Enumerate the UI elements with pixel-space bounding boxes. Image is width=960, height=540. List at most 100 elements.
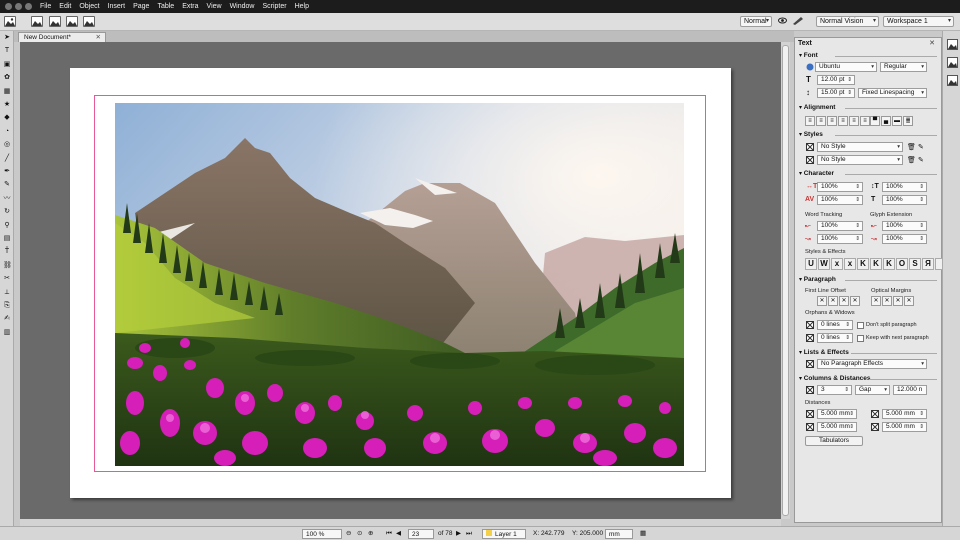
zoom-out-icon[interactable]: ⊖ xyxy=(346,529,351,539)
align-text-2-icon[interactable]: ≡ xyxy=(816,116,826,126)
mode-select[interactable]: Normal ▾ xyxy=(740,16,772,27)
unit-select[interactable]: mm xyxy=(605,529,633,539)
image-frame-icon[interactable]: ▣ xyxy=(3,61,11,69)
baseline-offset-input[interactable]: 100% ⇕ xyxy=(882,195,927,205)
display-options-icon[interactable]: ▦ xyxy=(640,529,646,539)
text-effect-5-icon[interactable]: K xyxy=(857,258,869,270)
menu-item-scripter[interactable]: Scripter xyxy=(262,3,286,10)
font-style-select[interactable]: Regular ▾ xyxy=(880,62,927,72)
next-page-icon[interactable]: ▶ xyxy=(456,529,461,539)
image-frame[interactable] xyxy=(115,103,684,466)
align-text-6-icon[interactable]: ≡ xyxy=(860,116,870,126)
optical-margin-3-icon[interactable]: ✕ xyxy=(893,296,903,306)
word-tracking-norm-input[interactable]: 100% ⇕ xyxy=(817,234,863,244)
menu-item-edit[interactable]: Edit xyxy=(59,3,71,10)
last-page-icon[interactable]: ⏭ xyxy=(466,529,472,539)
menu-item-page[interactable]: Page xyxy=(133,3,149,10)
image-properties-tab-icon[interactable] xyxy=(947,57,958,68)
text-frame-icon[interactable]: T xyxy=(3,47,11,55)
freehand-icon[interactable]: ✎ xyxy=(3,181,11,189)
scale-horizontal-input[interactable]: 100% ⇕ xyxy=(817,182,863,192)
dont-split-checkbox[interactable] xyxy=(857,322,864,329)
distance-top-input[interactable]: 5.000 mm ⇕ xyxy=(817,409,857,419)
pdf-field-icon[interactable]: ▥ xyxy=(3,329,11,337)
select-icon[interactable]: ➤ xyxy=(3,34,11,42)
edit-style-icon[interactable]: ✎ xyxy=(918,156,927,165)
image-icon-4[interactable] xyxy=(83,16,95,27)
text-effect-1-icon[interactable]: U xyxy=(805,258,817,270)
image-icon-2[interactable] xyxy=(49,16,61,27)
first-line-offset-3-icon[interactable]: ✕ xyxy=(839,296,849,306)
distance-right-input[interactable]: 5.000 mm ⇕ xyxy=(882,422,927,432)
word-tracking-min-input[interactable]: 100% ⇕ xyxy=(817,221,863,231)
layers-tab-icon[interactable] xyxy=(947,75,958,86)
tab-document[interactable]: New Document* ✕ xyxy=(18,32,106,42)
zoom-input[interactable]: 100 % xyxy=(302,529,342,539)
close-icon[interactable]: ✕ xyxy=(96,33,101,42)
text-effect-3-icon[interactable]: x xyxy=(831,258,843,270)
columns-count-input[interactable]: 3 ⇕ xyxy=(817,385,852,395)
first-line-offset-1-icon[interactable]: ✕ xyxy=(817,296,827,306)
image-icon[interactable] xyxy=(31,16,43,27)
previous-page-icon[interactable]: ◀ xyxy=(396,529,401,539)
text-effect-7-icon[interactable]: K xyxy=(883,258,895,270)
menu-item-table[interactable]: Table xyxy=(157,3,174,10)
arc-icon[interactable]: ◔ xyxy=(3,128,11,136)
character-style-select[interactable]: No Style ▾ xyxy=(817,155,903,165)
menu-item-extra[interactable]: Extra xyxy=(182,3,198,10)
text-properties-tab-icon[interactable] xyxy=(947,39,958,50)
image-icon-3[interactable] xyxy=(66,16,78,27)
distance-left-input[interactable]: 5.000 mm ⇕ xyxy=(817,422,857,432)
unlink-frames-icon[interactable]: ✂ xyxy=(3,275,11,283)
minimize-window-button[interactable] xyxy=(15,3,22,10)
text-effect-2-icon[interactable]: W xyxy=(818,258,830,270)
menu-item-file[interactable]: File xyxy=(40,3,51,10)
maximize-window-button[interactable] xyxy=(25,3,32,10)
page-number-input[interactable]: 23 xyxy=(408,529,434,539)
optical-margin-4-icon[interactable]: ✕ xyxy=(904,296,914,306)
section-columns-heading[interactable]: Columns & Distances xyxy=(799,375,871,382)
tabulators-button[interactable]: Tabulators xyxy=(805,436,863,446)
line-spacing-input[interactable]: 15.00 pt ⇕ xyxy=(817,88,855,98)
close-window-button[interactable] xyxy=(5,3,12,10)
widows-input[interactable]: 0 lines ⇕ xyxy=(817,333,853,343)
layer-select[interactable]: Layer 1 xyxy=(482,529,526,539)
zoom-icon[interactable]: ⚲ xyxy=(3,222,11,230)
scale-vertical-input[interactable]: 100% ⇕ xyxy=(882,182,927,192)
line-icon[interactable]: ╱ xyxy=(3,155,11,163)
scrollbar-thumb[interactable] xyxy=(782,45,789,516)
first-line-offset-2-icon[interactable]: ✕ xyxy=(828,296,838,306)
distance-bottom-input[interactable]: 5.000 mm ⇕ xyxy=(882,409,927,419)
align-text-1-icon[interactable]: ≡ xyxy=(805,116,815,126)
glyph-extension-max-input[interactable]: 100% ⇕ xyxy=(882,234,927,244)
render-frame-icon[interactable]: ✿ xyxy=(3,74,11,82)
menu-item-help[interactable]: Help xyxy=(295,3,309,10)
eyedropper-icon[interactable]: ✍ xyxy=(3,315,11,323)
menu-item-view[interactable]: View xyxy=(207,3,222,10)
paragraph-style-select[interactable]: No Style ▾ xyxy=(817,142,903,152)
table-icon[interactable]: ▦ xyxy=(3,88,11,96)
paragraph-effects-select[interactable]: No Paragraph Effects ▾ xyxy=(817,359,927,369)
rotate-icon[interactable]: ↻ xyxy=(3,208,11,216)
section-paragraph-heading[interactable]: Paragraph xyxy=(799,276,836,283)
align-text-4-icon[interactable]: ≡ xyxy=(838,116,848,126)
section-alignment-heading[interactable]: Alignment xyxy=(799,104,836,111)
new-image-frame-icon[interactable] xyxy=(4,16,16,27)
workspace-select[interactable]: Workspace 1 ▾ xyxy=(883,16,954,27)
link-frames-icon[interactable]: ⛓ xyxy=(3,262,12,270)
section-styles-heading[interactable]: Styles xyxy=(799,131,823,138)
gap-mode-select[interactable]: Gap ▾ xyxy=(855,385,890,395)
first-page-icon[interactable]: ⏮ xyxy=(386,529,392,539)
text-effect-4-icon[interactable]: x xyxy=(844,258,856,270)
font-size-input[interactable]: 12.00 pt ⇕ xyxy=(817,75,855,85)
align-text-3-icon[interactable]: ≡ xyxy=(827,116,837,126)
edit-contents-icon[interactable]: ▤ xyxy=(3,235,11,243)
close-icon[interactable]: ✕ xyxy=(929,39,935,47)
polygon-icon[interactable]: ◆ xyxy=(3,114,11,122)
menu-item-insert[interactable]: Insert xyxy=(108,3,126,10)
bezier-icon[interactable]: ✒ xyxy=(3,168,11,176)
gap-value-input[interactable]: 12.000 n xyxy=(893,385,927,395)
delete-style-icon[interactable]: 🗑 xyxy=(907,143,916,152)
delete-style-icon[interactable]: 🗑 xyxy=(907,156,916,165)
edit-style-icon[interactable]: ✎ xyxy=(918,143,927,152)
